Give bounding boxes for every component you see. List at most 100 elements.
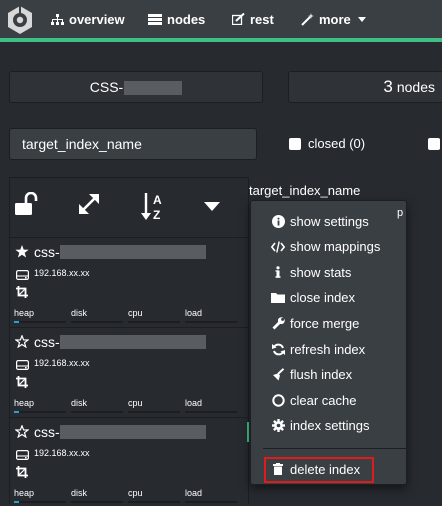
node-ip: 192.168.xx.xx <box>34 448 90 458</box>
gear-icon <box>271 419 285 433</box>
circle-icon <box>271 393 285 407</box>
info-circle-icon <box>271 214 285 228</box>
redacted-cluster-name <box>124 81 183 96</box>
edit-icon <box>232 13 245 25</box>
metric-bar-load <box>185 321 237 323</box>
server-icon <box>148 13 162 25</box>
nav-overview-label: overview <box>69 11 125 27</box>
star-outline-icon <box>14 424 30 441</box>
menu-item-index-settings[interactable]: index settings <box>251 414 406 438</box>
wrench-icon <box>271 316 285 330</box>
navbar-accent-bar <box>0 38 442 42</box>
star-outline-icon <box>14 334 30 351</box>
menu-item-label: force merge <box>290 315 360 331</box>
top-navbar: overview nodes rest more <box>0 0 442 38</box>
node-name[interactable]: css- <box>34 424 60 440</box>
crop-icon <box>16 466 28 481</box>
unlock-icon[interactable] <box>14 192 40 218</box>
folder-icon <box>271 291 285 305</box>
metric-label-disk: disk <box>71 308 88 318</box>
menu-item-clear-cache[interactable]: clear cache <box>251 388 406 412</box>
metric-label-heap: heap <box>14 488 35 498</box>
metric-label-cpu: cpu <box>128 488 143 498</box>
sort-alpha-icon[interactable]: A Z <box>141 192 167 222</box>
nav-rest[interactable]: rest <box>232 10 274 28</box>
menu-item-force-merge[interactable]: force merge <box>251 311 406 335</box>
chevron-down-icon <box>357 16 366 22</box>
info-icon <box>271 265 285 279</box>
hdd-icon <box>16 358 30 373</box>
hidden-column-fragment: p <box>397 207 404 219</box>
menu-item-label: refresh index <box>290 341 366 357</box>
metric-label-load: load <box>185 308 203 318</box>
nodes-count: 3 <box>383 77 393 96</box>
cluster-name-box: CSS- <box>9 71 263 103</box>
crop-icon <box>16 286 28 301</box>
node-row: css- 192.168.xx.xx heap disk cpu load <box>10 237 248 326</box>
nodes-count-box: 3 nodes <box>288 71 442 103</box>
closed-indices-checkbox[interactable] <box>289 138 301 150</box>
node-row: css- 192.168.xx.xx heap disk cpu load <box>10 327 248 416</box>
menu-item-label: close index <box>290 290 356 306</box>
menu-item-show-settings[interactable]: show settings <box>251 209 406 233</box>
menu-item-label: show stats <box>290 264 352 280</box>
menu-item-delete-index[interactable]: delete index <box>251 457 406 481</box>
menu-item-label: clear cache <box>290 392 357 408</box>
redacted-node-name <box>60 425 206 439</box>
cluster-name: CSS- <box>89 79 124 95</box>
metric-bar-disk <box>71 501 123 503</box>
metric-bar-heap <box>14 321 66 323</box>
menu-item-refresh-index[interactable]: refresh index <box>251 337 406 361</box>
metric-label-heap: heap <box>14 398 35 408</box>
metric-label-heap: heap <box>14 308 35 318</box>
hdd-icon <box>16 268 30 283</box>
node-ip: 192.168.xx.xx <box>34 268 90 278</box>
cerebro-logo-icon[interactable] <box>5 5 35 35</box>
menu-item-label: show mappings <box>290 239 381 255</box>
flush-icon <box>271 368 285 382</box>
metric-bar-cpu <box>128 411 180 413</box>
trash-icon <box>271 462 285 476</box>
nav-nodes-label: nodes <box>167 11 206 27</box>
nav-nodes[interactable]: nodes <box>148 10 205 28</box>
menu-item-label: show settings <box>290 213 369 229</box>
node-row: css- 192.168.xx.xx heap disk cpu load <box>10 417 248 506</box>
nav-overview[interactable]: overview <box>51 10 125 28</box>
node-name[interactable]: css- <box>34 334 60 350</box>
chevron-down-icon[interactable] <box>204 202 220 212</box>
special-indices-checkbox[interactable] <box>428 138 440 150</box>
node-name[interactable]: css- <box>34 244 60 260</box>
master-star-icon <box>15 245 29 261</box>
refresh-icon <box>271 342 285 356</box>
menu-item-flush-index[interactable]: flush index <box>251 363 406 387</box>
index-filter-input[interactable]: target_index_name <box>9 128 257 160</box>
metric-bar-cpu <box>128 501 180 503</box>
expand-icon[interactable] <box>77 192 101 216</box>
metric-fill <box>14 501 20 503</box>
magic-wand-icon <box>301 12 314 26</box>
metric-bar-disk <box>71 411 123 413</box>
metric-fill <box>14 411 20 413</box>
metric-bar-heap <box>14 411 66 413</box>
metric-bar-cpu <box>128 321 180 323</box>
menu-item-label: delete index <box>290 461 361 477</box>
nav-more-dropdown[interactable]: more <box>301 10 366 28</box>
menu-item-close-index[interactable]: close index <box>251 286 406 310</box>
metric-bar-load <box>185 501 237 503</box>
sitemap-icon <box>51 13 64 25</box>
index-column-header[interactable]: target_index_name <box>249 183 360 198</box>
menu-item-show-mappings[interactable]: show mappings <box>251 235 406 259</box>
metric-label-cpu: cpu <box>128 308 143 318</box>
svg-text:Z: Z <box>153 208 160 222</box>
redacted-node-name <box>60 245 206 259</box>
node-ip: 192.168.xx.xx <box>34 358 90 368</box>
metric-bar-load <box>185 411 237 413</box>
menu-item-show-stats[interactable]: show stats <box>251 260 406 284</box>
metric-label-load: load <box>185 398 203 408</box>
metric-label-cpu: cpu <box>128 398 143 408</box>
menu-item-label: flush index <box>290 367 353 383</box>
metric-label-disk: disk <box>71 398 88 408</box>
metric-bar-heap <box>14 501 66 503</box>
metric-label-disk: disk <box>71 488 88 498</box>
nav-more-label: more <box>319 11 351 27</box>
